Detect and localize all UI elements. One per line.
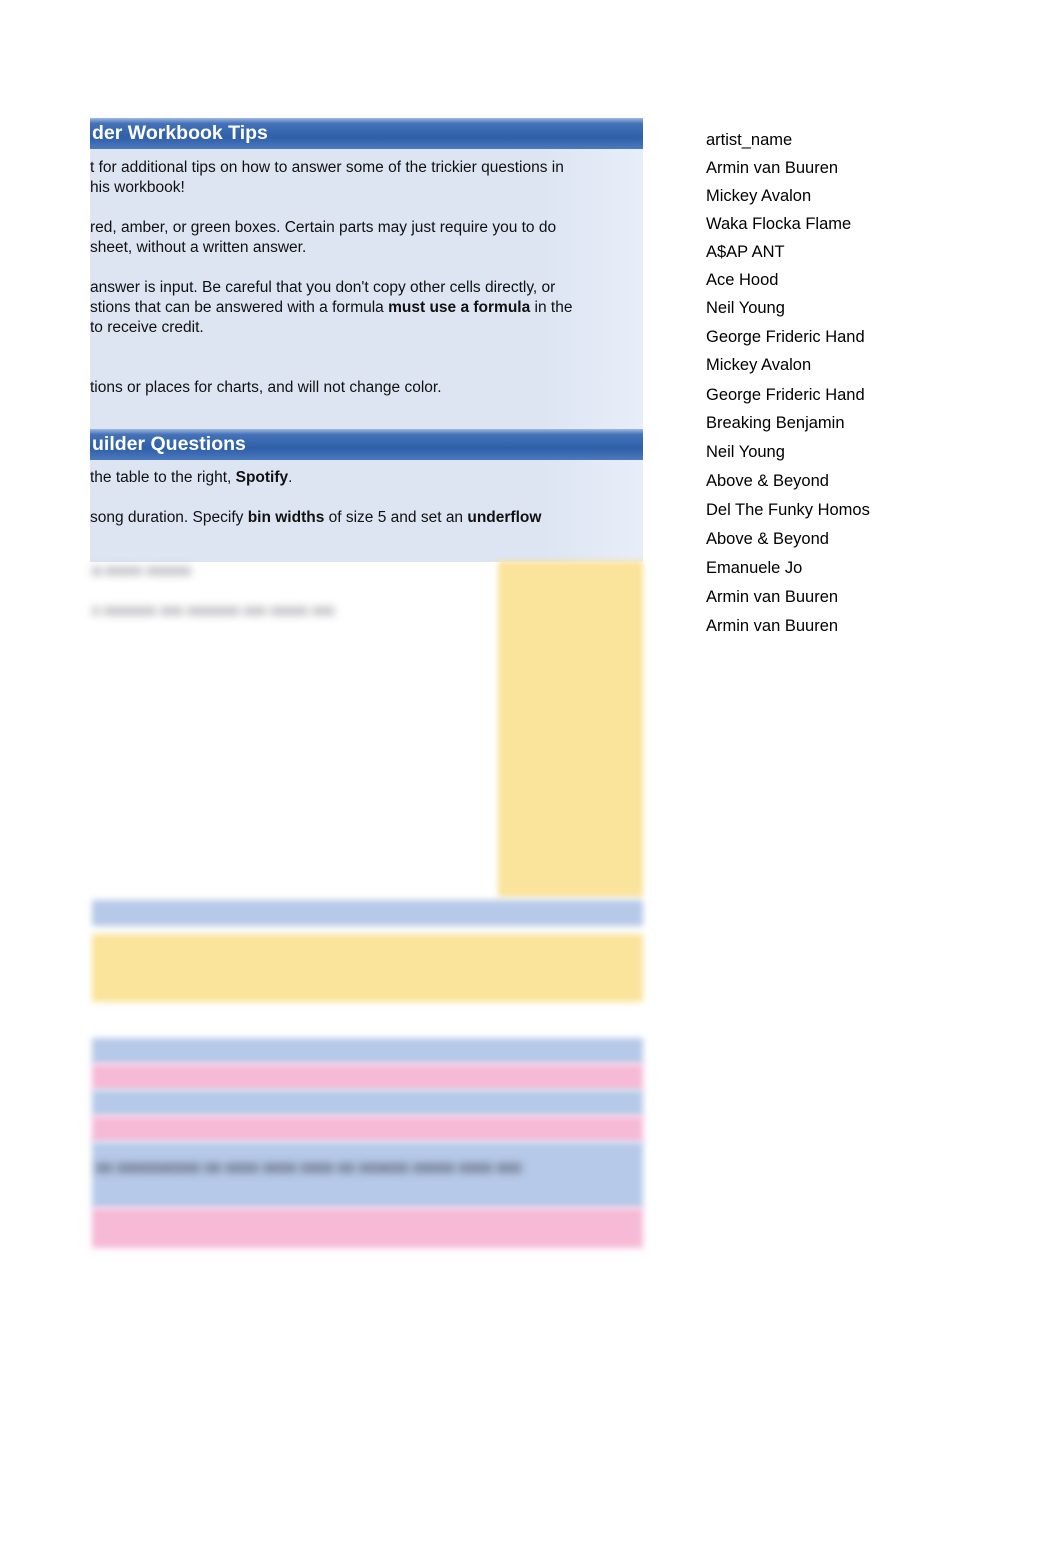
- tips-paragraph-4: tions or places for charts, and will not…: [90, 378, 643, 398]
- artist-name-column-header: artist_name: [706, 131, 793, 149]
- artist-cell: Waka Flocka Flame: [706, 215, 852, 233]
- redacted-band-question-emphasis: xxxxx xxxx xxx: [412, 1159, 522, 1176]
- redacted-answer-line-1: a xxxxx xxxxxx: [92, 562, 192, 579]
- answer-input-cell-yellow[interactable]: [498, 561, 643, 897]
- artist-cell: Breaking Benjamin: [706, 414, 845, 432]
- artist-name-column: artist_name Armin van Buuren Mickey Aval…: [706, 129, 1006, 644]
- tips-spacer-3: [90, 338, 643, 358]
- question-line-2: song duration. Specify bin widths of siz…: [90, 508, 643, 528]
- artist-cell: Emanuele Jo: [706, 559, 803, 577]
- tips-line-1: t for additional tips on how to answer s…: [90, 159, 564, 176]
- workbook-tips-header: der Workbook Tips: [90, 118, 643, 149]
- answer-band-yellow-1[interactable]: [92, 934, 643, 1002]
- answer-band-blue-3: [92, 1090, 643, 1116]
- tips-line-8: tions or places for charts, and will not…: [90, 379, 442, 396]
- question-line-1-post: .: [288, 469, 293, 486]
- question-line-2-emphasis-2: underflow: [467, 509, 542, 526]
- artist-cell: Neil Young: [706, 299, 785, 317]
- artist-cell: Armin van Buuren: [706, 159, 839, 177]
- answer-band-blue-2: [92, 1038, 643, 1064]
- tips-line-6-pre: stions that can be answered with a formu…: [90, 299, 389, 316]
- tips-spacer-1: [90, 198, 643, 218]
- artist-cell: George Frideric Hand: [706, 328, 865, 346]
- tips-line-4: sheet, without a written answer.: [90, 239, 307, 256]
- artist-cell: Del The Funky Homos: [706, 501, 870, 519]
- tips-paragraph-3: answer is input. Be careful that you don…: [90, 278, 643, 338]
- question-line-2-mid: of size 5 and set an: [324, 509, 468, 526]
- tips-spacer-2: [90, 258, 643, 278]
- tips-line-6-emphasis: must use a formula: [388, 299, 531, 316]
- tips-line-7: to receive credit.: [90, 319, 204, 336]
- workbook-tips-body: t for additional tips on how to answer s…: [90, 149, 643, 432]
- tips-spacer-4: [90, 358, 643, 378]
- artist-cell: Above & Beyond: [706, 530, 829, 548]
- question-spacer-1: [90, 488, 643, 508]
- tips-line-2: his workbook!: [90, 179, 185, 196]
- tips-line-6-post: in the: [530, 299, 573, 316]
- artist-cell: Above & Beyond: [706, 472, 829, 490]
- tips-line-5: answer is input. Be careful that you don…: [90, 279, 556, 296]
- chart-builder-questions-header: uilder Questions: [90, 429, 643, 460]
- artist-cell: Ace Hood: [706, 271, 779, 289]
- artist-cell: Armin van Buuren: [706, 617, 839, 635]
- chart-builder-questions-panel: uilder Questions the table to the right,…: [90, 429, 643, 562]
- redacted-band-question-pre: xx xxxxxxxxxx xx xxxx xxxx xxxx xx xxxxx…: [96, 1159, 413, 1176]
- redacted-band-question: xx xxxxxxxxxx xx xxxx xxxx xxxx xx xxxxx…: [96, 1158, 606, 1178]
- question-spacer-2: [90, 528, 643, 548]
- chart-builder-questions-body: the table to the right, Spotify. song du…: [90, 460, 643, 562]
- question-line-1-pre: the table to the right,: [90, 469, 236, 486]
- question-line-2-emphasis-1: bin widths: [247, 509, 325, 526]
- answer-band-blue-1: [92, 900, 643, 926]
- question-line-2-pre: song duration. Specify: [90, 509, 248, 526]
- artist-cell: George Frideric Hand: [706, 386, 865, 404]
- artist-cell: A$AP ANT: [706, 243, 785, 261]
- tips-line-6: stions that can be answered with a formu…: [90, 298, 643, 318]
- artist-cell: Mickey Avalon: [706, 187, 812, 205]
- tips-line-3: red, amber, or green boxes. Certain part…: [90, 219, 557, 236]
- artist-cell: Neil Young: [706, 443, 785, 461]
- artist-cell: Mickey Avalon: [706, 356, 812, 374]
- answer-band-pink-2[interactable]: [92, 1116, 643, 1142]
- answer-band-pink-3[interactable]: [92, 1208, 643, 1248]
- redacted-answer-line-2: x xxxxxxx xxx xxxxxxx xxx xxxxx xxx: [92, 602, 335, 619]
- tips-spacer-5: [90, 398, 643, 418]
- workbook-tips-panel: der Workbook Tips t for additional tips …: [90, 118, 643, 432]
- question-line-1-emphasis: Spotify: [235, 469, 289, 486]
- artist-cell: Armin van Buuren: [706, 588, 839, 606]
- answer-band-pink-1[interactable]: [92, 1064, 643, 1090]
- tips-paragraph-2: red, amber, or green boxes. Certain part…: [90, 218, 643, 258]
- tips-paragraph-1: t for additional tips on how to answer s…: [90, 158, 643, 198]
- question-line-1: the table to the right, Spotify.: [90, 468, 643, 488]
